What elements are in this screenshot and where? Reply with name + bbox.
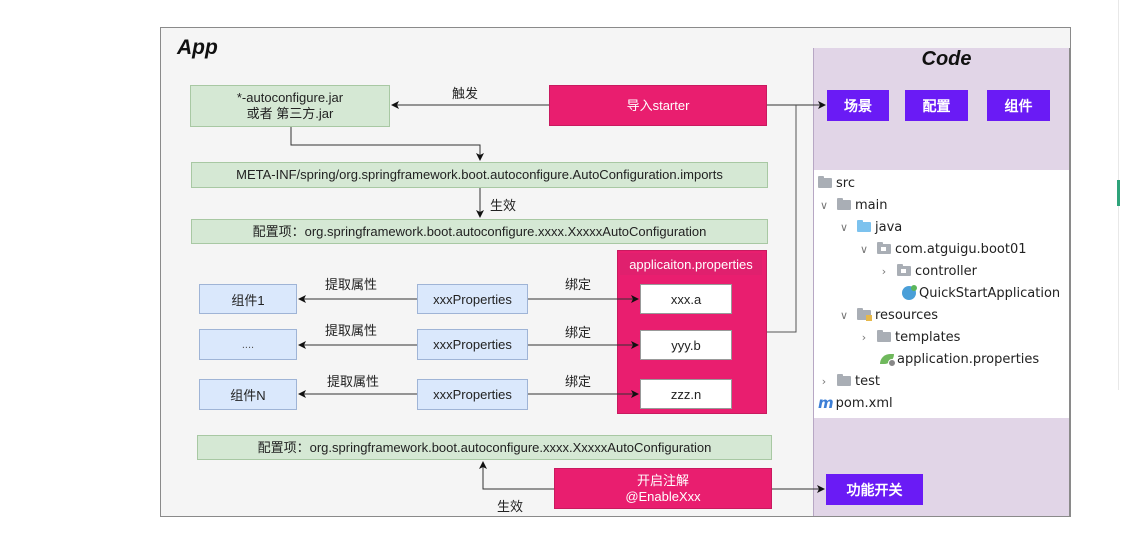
enable-to-config-arrow — [479, 461, 554, 490]
jar-to-imports-arrow — [290, 127, 484, 161]
scroll-indicator[interactable] — [1117, 180, 1120, 206]
connector-layer — [290, 101, 826, 493]
properties-to-scene-connector — [767, 105, 797, 333]
